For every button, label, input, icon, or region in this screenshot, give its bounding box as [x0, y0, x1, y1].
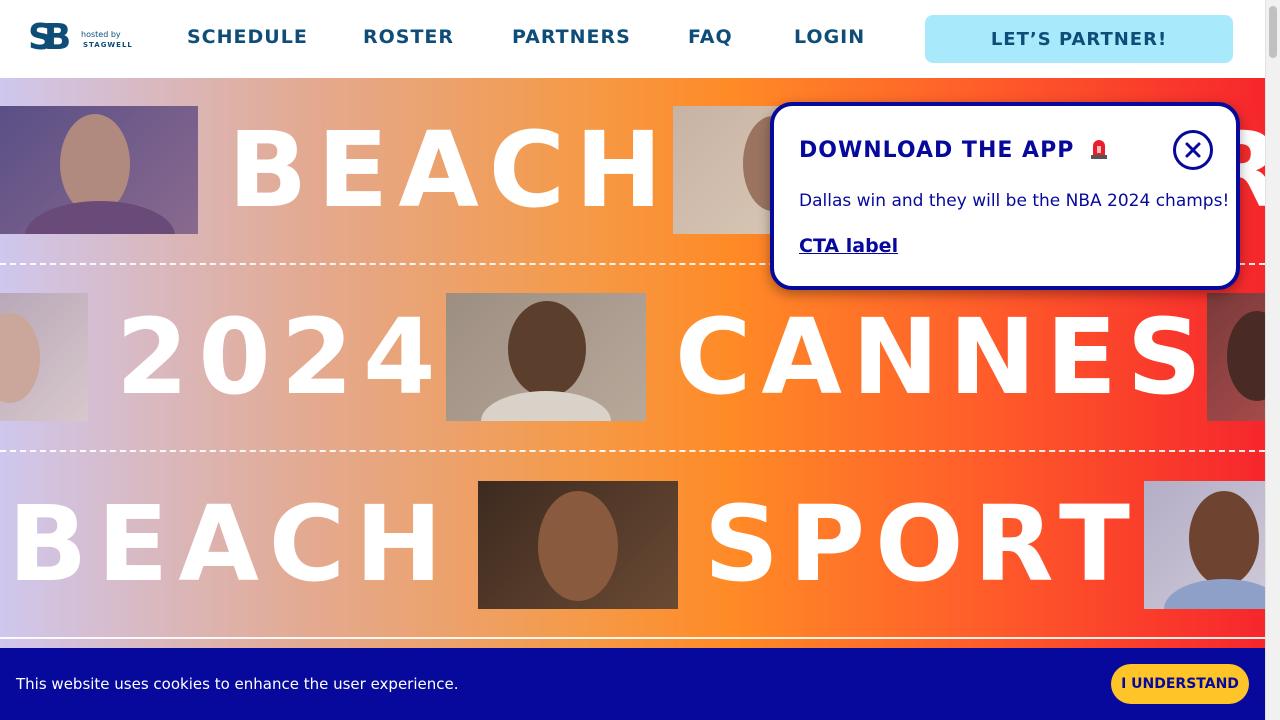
cookie-banner: This website uses cookies to enhance the…: [0, 648, 1265, 720]
nav-roster[interactable]: ROSTER: [363, 24, 454, 50]
nav-login[interactable]: LOGIN: [794, 24, 865, 50]
portrait-photo: [0, 293, 88, 421]
hero-word: BEACH: [228, 109, 673, 231]
cookie-message: This website uses cookies to enhance the…: [16, 675, 459, 693]
host-name: STAGWELL: [83, 41, 133, 49]
portrait-photo: [478, 481, 678, 609]
logo[interactable]: SB hosted by STAGWELL: [28, 14, 148, 64]
divider: [0, 637, 1265, 639]
popup-cta-link[interactable]: CTA label: [799, 235, 898, 257]
hero-word: CANNES: [675, 296, 1212, 418]
close-icon: [1185, 142, 1201, 158]
divider: [0, 450, 1265, 452]
cookie-accept-button[interactable]: I UNDERSTAND: [1111, 664, 1249, 704]
hero-word: SPORT: [704, 483, 1140, 605]
hero-word: BEACH: [8, 483, 453, 605]
scrollbar-thumb[interactable]: [1269, 6, 1277, 58]
popup-title-text: DOWNLOAD THE APP: [799, 138, 1075, 163]
portrait-photo: [446, 293, 646, 421]
nav-schedule[interactable]: SCHEDULE: [187, 24, 308, 50]
portrait-photo: [1144, 481, 1265, 609]
hosted-by-label: hosted by: [81, 30, 121, 39]
download-app-popup: DOWNLOAD THE APP Dallas win and they wil…: [770, 102, 1240, 290]
page-scrollbar[interactable]: [1265, 0, 1280, 720]
logo-mark: SB: [28, 17, 71, 58]
close-button[interactable]: [1173, 130, 1213, 170]
nav-partners[interactable]: PARTNERS: [512, 24, 631, 50]
siren-icon: [1089, 137, 1109, 165]
portrait-photo: [0, 106, 198, 234]
portrait-photo: [1207, 293, 1265, 421]
nav-faq[interactable]: FAQ: [688, 24, 733, 50]
lets-partner-button[interactable]: LET’S PARTNER!: [925, 15, 1233, 63]
popup-message: Dallas win and they will be the NBA 2024…: [799, 191, 1230, 211]
site-header: SB hosted by STAGWELL SCHEDULE ROSTER PA…: [0, 0, 1265, 78]
popup-title: DOWNLOAD THE APP: [799, 137, 1109, 165]
hero-word: 2024: [116, 296, 446, 418]
